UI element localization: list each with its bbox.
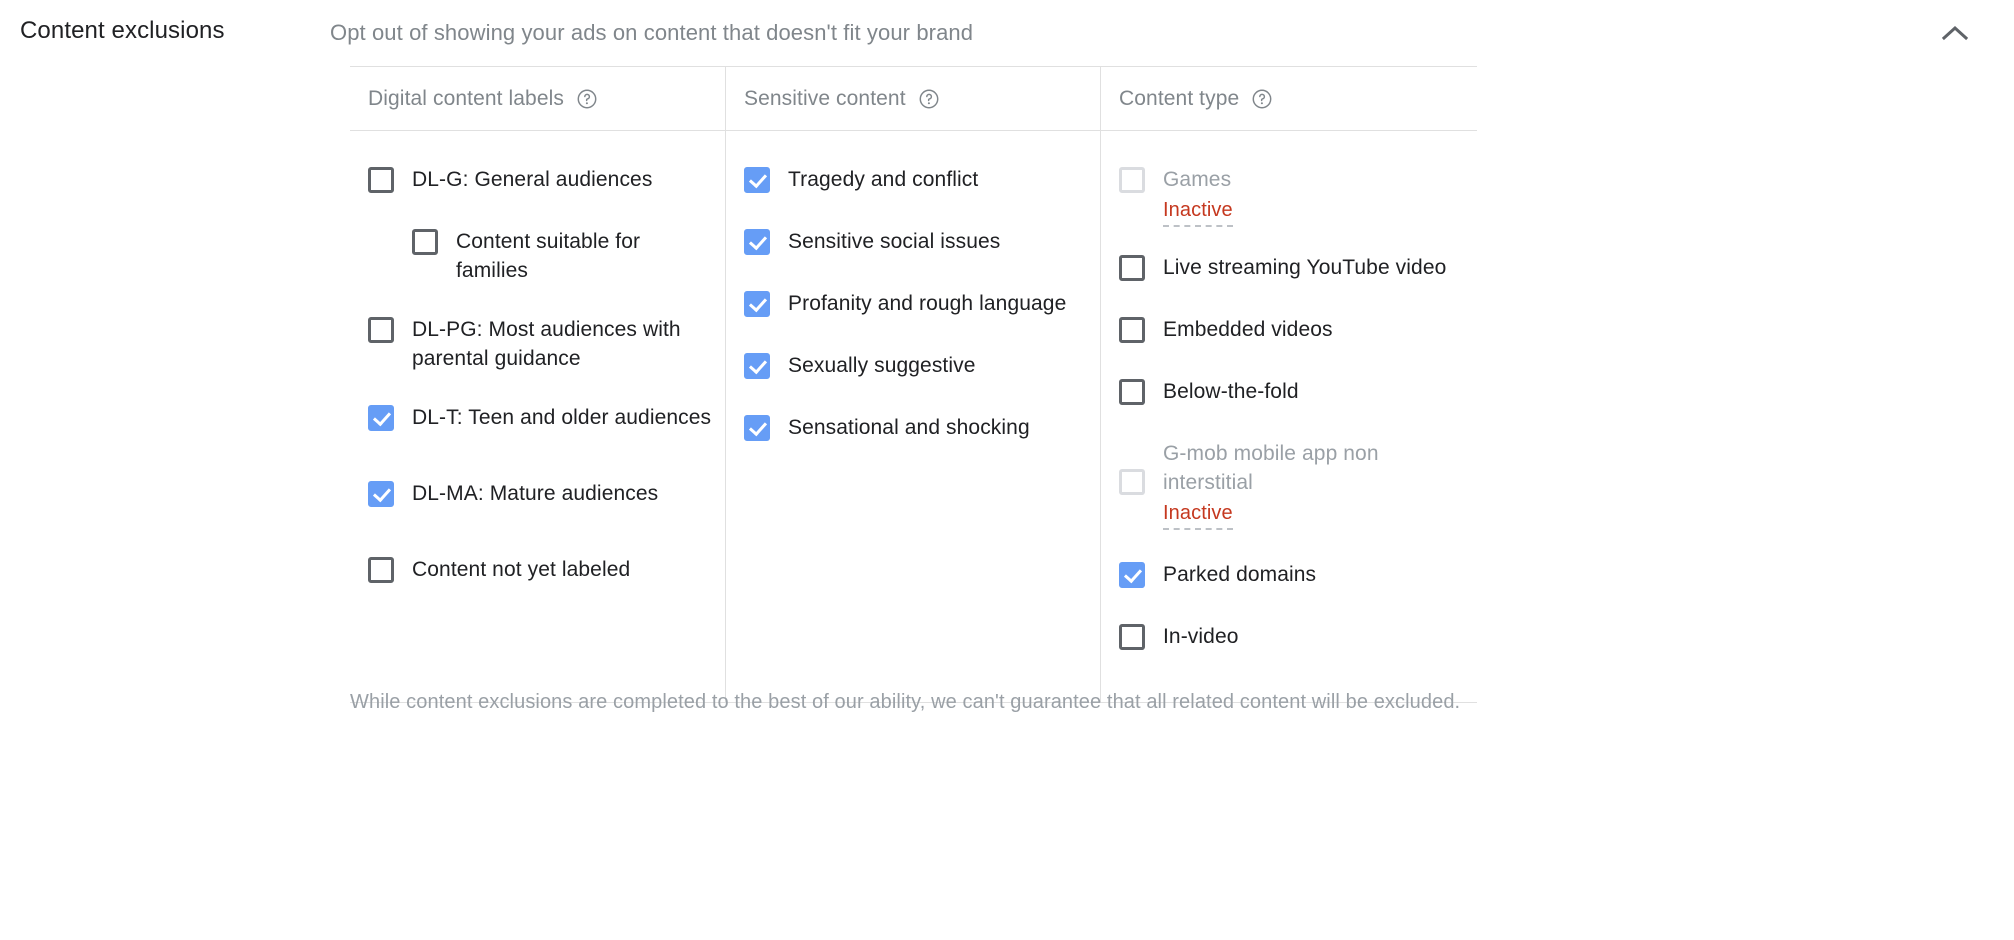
checkbox-row-in-video[interactable]: In-video	[1101, 610, 1477, 672]
checkbox-live-streaming-youtube-video[interactable]	[1119, 255, 1145, 281]
panel-description: Opt out of showing your ads on content t…	[330, 16, 2014, 48]
column-header-label: Sensitive content	[744, 87, 906, 111]
checkbox-label: Sexually suggestive	[788, 339, 976, 380]
checkbox-label: DL-G: General audiences	[412, 153, 652, 194]
page-title: Content exclusions	[0, 16, 330, 46]
checkbox-row-below-the-fold[interactable]: Below-the-fold	[1101, 365, 1477, 427]
table-columns: Digital content labels DL-G: General aud…	[350, 67, 1477, 702]
checkbox-label-group: G-mob mobile app non interstitial Inacti…	[1163, 427, 1465, 530]
checkbox-row-parked-domains[interactable]: Parked domains	[1101, 548, 1477, 610]
checkbox-sensational-and-shocking[interactable]	[744, 415, 770, 441]
checkbox-profanity-and-rough-language[interactable]	[744, 291, 770, 317]
column-header-label: Content type	[1119, 87, 1239, 111]
checkbox-label: DL-PG: Most audiences with parental guid…	[412, 303, 713, 373]
checkbox-sensitive-social-issues[interactable]	[744, 229, 770, 255]
checkbox-label: G-mob mobile app non interstitial	[1163, 442, 1379, 494]
status-badge[interactable]: Inactive	[1163, 500, 1233, 530]
checkbox-row-sensational-and-shocking[interactable]: Sensational and shocking	[726, 401, 1100, 463]
checkbox-row-embedded-videos[interactable]: Embedded videos	[1101, 303, 1477, 365]
checkbox-label: Sensitive social issues	[788, 215, 1000, 256]
checkbox-row-content-suitable-for-families[interactable]: Content suitable for families	[350, 215, 725, 303]
status-badge[interactable]: Inactive	[1163, 197, 1233, 227]
checkbox-label: Sensational and shocking	[788, 401, 1030, 442]
help-circle-icon[interactable]	[576, 88, 598, 110]
column-body: Games Inactive Live streaming YouTube vi…	[1101, 131, 1477, 702]
panel-header: Content exclusions Opt out of showing yo…	[0, 0, 2014, 48]
checkbox-row-dl-ma[interactable]: DL-MA: Mature audiences	[350, 467, 725, 543]
column-header: Sensitive content	[726, 67, 1100, 130]
checkbox-below-the-fold[interactable]	[1119, 379, 1145, 405]
column-header-label: Digital content labels	[368, 87, 564, 111]
checkbox-embedded-videos[interactable]	[1119, 317, 1145, 343]
checkbox-content-not-yet-labeled[interactable]	[368, 557, 394, 583]
column-body: Tragedy and conflict Sensitive social is…	[726, 131, 1100, 653]
checkbox-label-group: Games Inactive	[1163, 153, 1233, 227]
checkbox-row-dl-g[interactable]: DL-G: General audiences	[350, 153, 725, 215]
checkbox-row-live-streaming-youtube-video[interactable]: Live streaming YouTube video	[1101, 241, 1477, 303]
checkbox-label: Content not yet labeled	[412, 543, 630, 584]
checkbox-parked-domains[interactable]	[1119, 562, 1145, 588]
checkbox-label: Games	[1163, 168, 1231, 191]
checkbox-games	[1119, 167, 1145, 193]
column-body: DL-G: General audiences Content suitable…	[350, 131, 725, 653]
chevron-up-icon[interactable]	[1934, 12, 1976, 54]
checkbox-in-video[interactable]	[1119, 624, 1145, 650]
checkbox-label: Embedded videos	[1163, 303, 1333, 344]
content-exclusions-panel: Content exclusions Opt out of showing yo…	[0, 0, 2014, 940]
checkbox-label: Parked domains	[1163, 548, 1316, 589]
checkbox-row-g-mob-mobile-app-non-interstitial: G-mob mobile app non interstitial Inacti…	[1101, 427, 1477, 530]
checkbox-label: Content suitable for families	[456, 215, 713, 285]
exclusions-table: Digital content labels DL-G: General aud…	[350, 66, 1477, 703]
checkbox-g-mob-mobile-app-non-interstitial	[1119, 469, 1145, 495]
checkbox-label: In-video	[1163, 610, 1239, 651]
help-circle-glyph	[918, 88, 940, 110]
checkbox-label: DL-T: Teen and older audiences	[412, 391, 711, 432]
help-circle-icon[interactable]	[1251, 88, 1273, 110]
disclaimer-text: While content exclusions are completed t…	[350, 688, 1490, 716]
column-header: Digital content labels	[350, 67, 725, 130]
checkbox-row-profanity-and-rough-language[interactable]: Profanity and rough language	[726, 277, 1100, 339]
checkbox-label: Live streaming YouTube video	[1163, 241, 1446, 282]
checkbox-row-dl-pg[interactable]: DL-PG: Most audiences with parental guid…	[350, 303, 725, 391]
help-circle-icon[interactable]	[918, 88, 940, 110]
checkbox-label: Tragedy and conflict	[788, 153, 978, 194]
checkbox-row-dl-t[interactable]: DL-T: Teen and older audiences	[350, 391, 725, 467]
checkbox-dl-ma[interactable]	[368, 481, 394, 507]
chevron-up-glyph	[1942, 25, 1968, 41]
checkbox-row-sexually-suggestive[interactable]: Sexually suggestive	[726, 339, 1100, 401]
checkbox-row-games: Games Inactive	[1101, 153, 1477, 241]
help-circle-glyph	[576, 88, 598, 110]
column-content-type: Content type Games	[1100, 67, 1477, 702]
checkbox-label: DL-MA: Mature audiences	[412, 467, 658, 508]
checkbox-content-suitable-for-families[interactable]	[412, 229, 438, 255]
column-digital-content-labels: Digital content labels DL-G: General aud…	[350, 67, 725, 702]
checkbox-label: Below-the-fold	[1163, 365, 1299, 406]
checkbox-dl-g[interactable]	[368, 167, 394, 193]
checkbox-tragedy-and-conflict[interactable]	[744, 167, 770, 193]
checkbox-dl-pg[interactable]	[368, 317, 394, 343]
checkbox-row-sensitive-social-issues[interactable]: Sensitive social issues	[726, 215, 1100, 277]
checkbox-row-content-not-yet-labeled[interactable]: Content not yet labeled	[350, 543, 725, 605]
checkbox-dl-t[interactable]	[368, 405, 394, 431]
column-header: Content type	[1101, 67, 1477, 130]
column-sensitive-content: Sensitive content Tragedy and conflict	[725, 67, 1100, 702]
checkbox-sexually-suggestive[interactable]	[744, 353, 770, 379]
checkbox-row-tragedy-and-conflict[interactable]: Tragedy and conflict	[726, 153, 1100, 215]
checkbox-label: Profanity and rough language	[788, 277, 1066, 318]
help-circle-glyph	[1251, 88, 1273, 110]
